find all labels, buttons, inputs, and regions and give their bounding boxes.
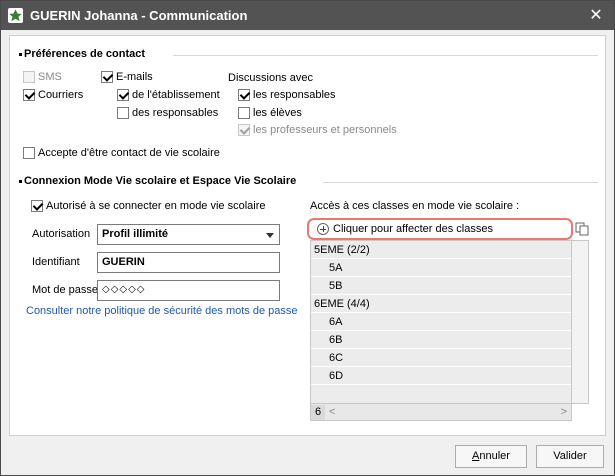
authorized-check-box[interactable] [31,200,43,212]
chevron-down-icon [266,233,274,238]
classes-list-footer: 6 < > [310,404,572,421]
autorisation-label: Autorisation [32,228,91,240]
emails-label: E-mails [116,71,153,83]
accept-vie-scolaire-checkbox[interactable]: Accepte d'être contact de vie scolaire [23,147,220,159]
vertical-scrollbar[interactable] [572,240,589,404]
courriers-check-box[interactable] [23,89,35,101]
password-field[interactable]: ◇◇◇◇◇ [97,280,280,301]
classes-list[interactable]: 5EME (2/2) 5A 5B 6EME (4/4) 6A 6B 6C 6D [310,240,572,404]
sms-checkbox[interactable]: SMS [23,71,62,83]
responsables-check-box[interactable] [117,107,129,119]
add-classes-button[interactable]: Cliquer pour affecter des classes [307,218,573,240]
disc-eleves-checkbox[interactable]: les élèves [238,107,302,119]
etablissement-label: de l'établissement [132,89,220,101]
class-row[interactable]: 6A [311,313,571,331]
disc-profs-check-box[interactable] [238,124,250,136]
password-value: ◇◇◇◇◇ [102,284,146,295]
chevron-right-icon[interactable]: > [561,405,567,420]
courriers-checkbox[interactable]: Courriers [23,89,83,101]
disc-responsables-checkbox[interactable]: les responsables [238,89,336,101]
class-row[interactable]: 6D [311,367,571,385]
preferences-section-title: Préférences de contact [19,48,145,60]
separator [173,55,598,56]
close-icon[interactable]: ✕ [587,7,605,25]
emails-checkbox[interactable]: E-mails [101,71,153,83]
app-icon [8,8,23,23]
etablissement-check-box[interactable] [117,89,129,101]
authorized-checkbox[interactable]: Autorisé à se connecter en mode vie scol… [31,200,266,212]
horizontal-scrollbar[interactable]: < > [325,405,571,420]
class-row[interactable]: 5B [311,277,571,295]
disc-profs-label: les professeurs et personnels [253,124,397,136]
authorized-label: Autorisé à se connecter en mode vie scol… [46,200,266,212]
autorisation-value: Profil illimité [102,228,169,240]
sms-label: SMS [38,71,62,83]
dialog-content: Préférences de contact SMS Courriers E-m… [9,35,606,436]
identifiant-value: GUERIN [102,256,145,268]
courriers-label: Courriers [38,89,84,101]
cancel-label-rest: nnuler [479,450,510,462]
class-row[interactable]: 6C [311,349,571,367]
security-policy-link[interactable]: Consulter notre politique de sécurité de… [26,305,298,317]
disc-eleves-check-box[interactable] [238,107,250,119]
window-title: GUERIN Johanna - Communication [30,8,248,23]
accept-vie-scolaire-check-box[interactable] [23,147,35,159]
accept-vie-scolaire-label: Accepte d'être contact de vie scolaire [38,147,220,159]
separator [323,182,598,183]
title-bar: GUERIN Johanna - Communication ✕ [1,1,614,30]
chevron-left-icon[interactable]: < [329,405,335,420]
disc-responsables-check-box[interactable] [238,89,250,101]
validate-button[interactable]: Valider [536,445,604,468]
emails-check-box[interactable] [101,71,113,83]
sms-check-box[interactable] [23,71,35,83]
add-classes-label: Cliquer pour affecter des classes [333,223,493,235]
disc-eleves-label: les élèves [253,107,302,119]
copy-icon[interactable] [575,222,589,236]
disc-profs-checkbox[interactable]: les professeurs et personnels [238,124,397,136]
password-label: Mot de passe [32,284,99,296]
responsables-checkbox[interactable]: des responsables [117,107,218,119]
class-group-row[interactable]: 6EME (4/4) [311,295,571,313]
responsables-label: des responsables [132,107,219,119]
connexion-section-title: Connexion Mode Vie scolaire et Espace Vi… [19,175,296,187]
class-row[interactable]: 6B [311,331,571,349]
communication-dialog: GUERIN Johanna - Communication ✕ Préfére… [0,0,615,476]
cancel-button[interactable]: Annuler [455,445,527,468]
autorisation-select[interactable]: Profil illimité [97,224,280,245]
discussions-title: Discussions avec [228,72,313,84]
plus-circle-icon [317,223,329,235]
class-row[interactable]: 5A [311,259,571,277]
classes-title: Accès à ces classes en mode vie scolaire… [310,200,520,212]
class-group-row[interactable]: 5EME (2/2) [311,241,571,259]
identifiant-field[interactable]: GUERIN [97,252,280,273]
disc-responsables-label: les responsables [253,89,336,101]
identifiant-label: Identifiant [32,256,80,268]
classes-count: 6 [311,404,325,420]
etablissement-checkbox[interactable]: de l'établissement [117,89,220,101]
